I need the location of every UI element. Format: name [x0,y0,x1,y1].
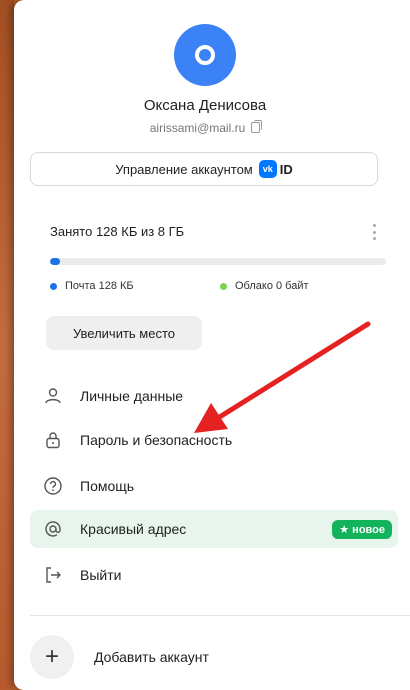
manage-account-label: Управление аккаунтом [115,161,253,177]
new-badge: ★ новое [332,520,392,539]
user-email-row: airissami@mail.ru [0,120,410,135]
avatar-ring-icon [195,45,215,65]
increase-storage-button[interactable]: Увеличить место [46,316,202,350]
plus-icon: + [30,635,74,679]
storage-progress-fill [50,258,61,265]
storage-progress-bar [50,258,386,265]
at-icon [42,518,64,540]
user-email: airissami@mail.ru [149,121,246,135]
menu-item-label: Помощь [80,478,135,494]
menu-item-label: Красивый адрес [80,521,187,537]
menu-item-personal-data[interactable]: Личные данные [30,377,396,415]
legend-cloud: Облако 0 байт [220,280,309,292]
cloud-dot-icon [220,282,227,290]
person-icon [42,385,64,407]
manage-account-button[interactable]: Управление аккаунтом vk ID [30,152,378,186]
vk-logo-icon: vk [258,160,277,178]
logout-icon [42,564,64,586]
star-icon: ★ [339,524,350,536]
add-account-label: Добавить аккаунт [94,649,209,665]
add-account-button[interactable]: + Добавить аккаунт [30,634,390,680]
storage-title: Занято 128 КБ из 8 ГБ [50,224,185,239]
menu-item-password-security[interactable]: Пароль и безопасность [30,421,396,459]
menu-item-label: Выйти [80,567,122,583]
mail-dot-icon [50,282,57,290]
menu-item-label: Личные данные [80,388,184,404]
help-icon [42,475,64,497]
menu-item-label: Пароль и безопасность [80,432,233,448]
storage-card: Занято 128 КБ из 8 ГБ Почта 128 КБ Облак… [30,202,386,364]
vk-id-label: ID [279,161,293,177]
legend-mail-label: Почта 128 КБ [65,280,134,292]
avatar[interactable] [174,24,236,86]
copy-icon[interactable] [251,120,263,133]
new-badge-label: новое [352,523,385,536]
legend-cloud-label: Облако 0 байт [235,280,309,292]
legend-mail: Почта 128 КБ [50,280,134,292]
lock-icon [42,429,64,451]
menu-item-help[interactable]: Помощь [30,467,396,505]
divider [30,615,410,616]
more-options-icon[interactable] [372,224,376,240]
user-name: Оксана Денисова [143,97,267,114]
menu-item-beautiful-address[interactable]: Красивый адрес ★ новое [30,510,398,548]
menu-item-logout[interactable]: Выйти [30,556,396,594]
